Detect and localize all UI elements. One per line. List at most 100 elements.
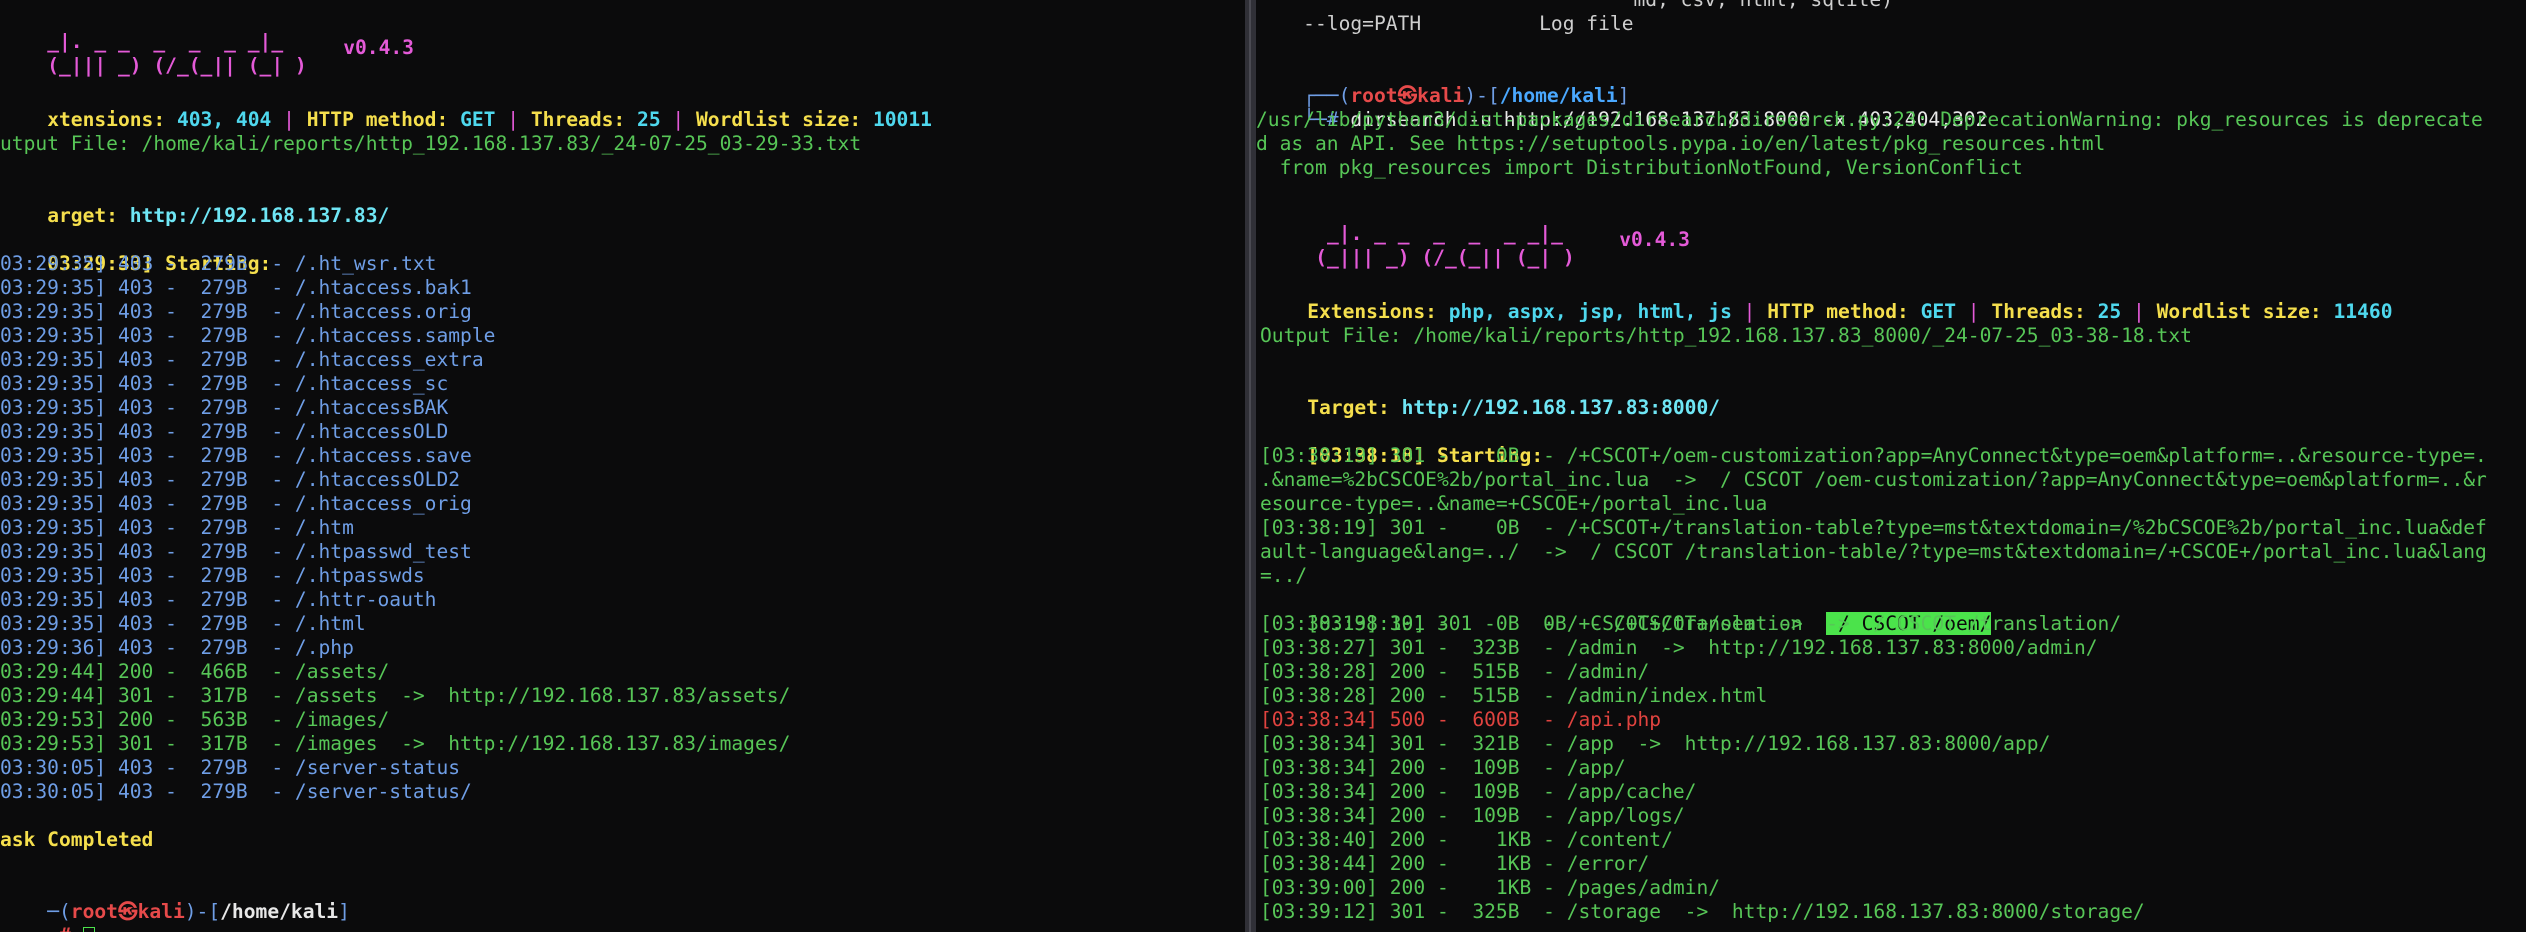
target-url: http://192.168.137.83/	[129, 204, 390, 227]
warning-line: d as an API. See https://setuptools.pypa…	[1256, 132, 2106, 155]
starting-line: 03:29:33] Starting:	[0, 228, 271, 275]
result-row: 03:29:35] 403 - 279B - /.htaccess.orig	[0, 300, 472, 323]
result-row: 03:29:35] 403 - 279B - /.httr-oauth	[0, 588, 437, 611]
result-row: 03:29:35] 403 - 279B - /.htaccessOLD	[0, 420, 449, 443]
result-row: 03:29:35] 403 - 279B - /.htaccessOLD2	[0, 468, 461, 491]
shell-input-line[interactable]: -#	[0, 900, 95, 932]
config-summary: Extensions: php, aspx, jsp, html, js | H…	[1307, 300, 2393, 323]
wordlist-label: Wordlist size:	[2156, 300, 2334, 323]
threads-value: 25	[637, 108, 661, 131]
result-row: 03:29:35] 403 - 279B - /.htpasswds	[0, 564, 425, 587]
prompt-hash: -#	[47, 924, 82, 932]
result-row: 03:29:44] 301 - 317B - /assets -> http:/…	[0, 684, 791, 707]
result-row: [03:38:27] 301 - 323B - /admin -> http:/…	[1260, 636, 2098, 659]
method-label: HTTP method:	[1767, 300, 1921, 323]
help-log-line: --log=PATH Log file	[1256, 12, 1634, 35]
method-value: GET	[460, 108, 496, 131]
output-file-line: Output File: /home/kali/reports/http_192…	[1260, 324, 2192, 347]
wordlist-label: Wordlist size:	[696, 108, 873, 131]
dirsearch-banner-line2: (_||| _) (/_(_|| (_| )	[1268, 222, 1575, 269]
warning-line: from pkg_resources import DistributionNo…	[1256, 156, 2023, 179]
version-label: v0.4.3	[1572, 204, 1690, 251]
result-row: [03:38:19] 301 - 0B - /+CSCOT+/oem-custo…	[1260, 444, 2487, 467]
result-row: [03:38:19] 301 - 0B - /+CSCOT+/translati…	[1260, 612, 2122, 635]
warning-line: /usr/lib/python3/dist-packages/dirsearch…	[1256, 108, 2483, 131]
version-text: v0.4.3	[343, 36, 414, 59]
result-row: 03:29:35] 403 - 279B - /.html	[0, 612, 366, 635]
extensions-value: php, aspx, jsp, html, js	[1448, 300, 1732, 323]
target-line: Target: http://192.168.137.83:8000/	[1260, 372, 1720, 419]
result-row: [03:38:34] 200 - 109B - /app/cache/	[1260, 780, 1697, 803]
result-row: 03:29:35] 403 - 279B - /.htaccess.save	[0, 444, 472, 467]
method-label: HTTP method:	[306, 108, 461, 131]
result-row: 03:29:35] 403 - 279B - /.htaccess_orig	[0, 492, 472, 515]
version-label: v0.4.3	[296, 12, 414, 59]
result-row: 03:29:44] 200 - 466B - /assets/	[0, 660, 390, 683]
result-row: 03:29:53] 301 - 317B - /images -> http:/…	[0, 732, 791, 755]
threads-label: Threads:	[530, 108, 638, 131]
result-row: 03:29:35] 403 - 279B - /.htaccess.bak1	[0, 276, 472, 299]
prompt-at-icon: ㉿	[117, 900, 138, 923]
dirsearch-banner-line2: (_||| _) (/_(_|| (_| )	[0, 30, 307, 77]
wordlist-value: 11460	[2333, 300, 2393, 323]
config-summary: xtensions: 403, 404 | HTTP method: GET |…	[47, 108, 932, 131]
threads-label: Threads:	[1991, 300, 2098, 323]
result-row: [03:38:34] 500 - 600B - /api.php	[1260, 708, 1662, 731]
result-row: 03:29:35] 403 - 279B - /.ht_wsr.txt	[0, 252, 437, 275]
result-row: [03:38:34] 200 - 109B - /app/	[1260, 756, 1626, 779]
target-label: arget:	[47, 204, 130, 227]
shell-prompt: ─(root㉿kali)-[/home/kali]	[0, 876, 350, 923]
dirsearch-banner-line1: _|. _ _ _ _ _ _|_	[1268, 198, 1563, 245]
prompt-host: kali	[137, 900, 185, 923]
result-row: [03:38:19] 301 - 0B - /+CSCOT+/translati…	[1260, 516, 2487, 539]
result-row: [03:38:40] 200 - 1KB - /content/	[1260, 828, 1673, 851]
result-row: 03:29:35] 403 - 279B - /.htaccess_sc	[0, 372, 449, 395]
result-row-wrap: ault-language&lang=../ -> / CSCOT /trans…	[1260, 540, 2487, 563]
result-row: 03:29:35] 403 - 279B - /.htaccessBAK	[0, 396, 449, 419]
help-text-line: md, csv, html, sqlite)	[1256, 0, 1893, 12]
output-file-line: utput File: /home/kali/reports/http_192.…	[0, 132, 862, 155]
result-row: [03:39:00] 200 - 1KB - /pages/admin/	[1260, 876, 1721, 899]
task-completed-line: ask Completed	[0, 828, 154, 851]
result-row: 03:29:36] 403 - 279B - /.php	[0, 636, 354, 659]
extensions-label: xtensions:	[47, 108, 177, 131]
cursor-block	[82, 926, 95, 932]
result-row: 03:30:05] 403 - 279B - /server-status	[0, 756, 461, 779]
command-line: └─# dirsearch -u http://192.168.137.83:8…	[1256, 84, 1987, 131]
result-row-wrap: =../	[1260, 564, 1308, 587]
extensions-value: 403, 404	[176, 108, 272, 131]
prompt-directory: /home/kali	[220, 900, 339, 923]
extensions-label: Extensions:	[1307, 300, 1449, 323]
dirsearch-banner-line1: _|. _ _ _ _ _ _|_	[0, 6, 283, 53]
result-row: 03:29:35] 403 - 279B - /.htpasswd_test	[0, 540, 472, 563]
result-row: 03:30:05] 403 - 279B - /server-status/	[0, 780, 472, 803]
result-row-wrap: esource-type=..&name=+CSCOE+/portal_inc.…	[1260, 492, 1768, 515]
result-row: [03:38:34] 301 - 321B - /app -> http://1…	[1260, 732, 2051, 755]
version-text: v0.4.3	[1619, 228, 1690, 251]
result-row: 03:29:35] 403 - 279B - /.htm	[0, 516, 354, 539]
shell-prompt: ┌──(root㉿kali)-[/home/kali]	[1256, 60, 1629, 107]
result-row: 03:29:53] 200 - 563B - /images/	[0, 708, 390, 731]
method-value: GET	[1920, 300, 1957, 323]
left-terminal-pane[interactable]: _|. _ _ _ _ _ _|_ (_||| _) (/_(_|| (_| )…	[0, 0, 1245, 932]
target-line: arget: http://192.168.137.83/	[0, 180, 389, 227]
banner-art: (_||| _) (/_(_|| (_| )	[47, 54, 307, 77]
starting-line: [03:38:18] Starting:	[1260, 420, 1543, 467]
result-row-wrap: .&name=%2bCSCOE%2b/portal_inc.lua -> / C…	[1260, 468, 2487, 491]
target-label: Target:	[1307, 396, 1402, 419]
threads-value: 25	[2097, 300, 2122, 323]
result-row: [03:38:28] 200 - 515B - /admin/index.htm…	[1260, 684, 1768, 707]
result-row: [03:38:34] 200 - 109B - /app/logs/	[1260, 804, 1685, 827]
result-row: [03:38:28] 200 - 515B - /admin/	[1260, 660, 1650, 683]
target-url: http://192.168.137.83:8000/	[1401, 396, 1721, 419]
right-terminal-pane[interactable]: md, csv, html, sqlite) --log=PATH Log fi…	[1256, 0, 2526, 932]
result-row: [03:39:12] 301 - 325B - /storage -> http…	[1260, 900, 2145, 923]
prompt-decoration: )-[	[184, 900, 221, 923]
result-row: 03:29:35] 403 - 279B - /.htaccess.sample	[0, 324, 496, 347]
result-row: [03:38:19] 301 - 0B - /+CSCOT+/oem -> / …	[1260, 588, 1992, 635]
prompt-decoration: ]	[338, 900, 350, 923]
result-row: [03:38:44] 200 - 1KB - /error/	[1260, 852, 1650, 875]
result-row: 03:29:35] 403 - 279B - /.htaccess_extra	[0, 348, 484, 371]
pane-divider[interactable]	[1245, 0, 1256, 932]
wordlist-value: 10011	[872, 108, 932, 131]
